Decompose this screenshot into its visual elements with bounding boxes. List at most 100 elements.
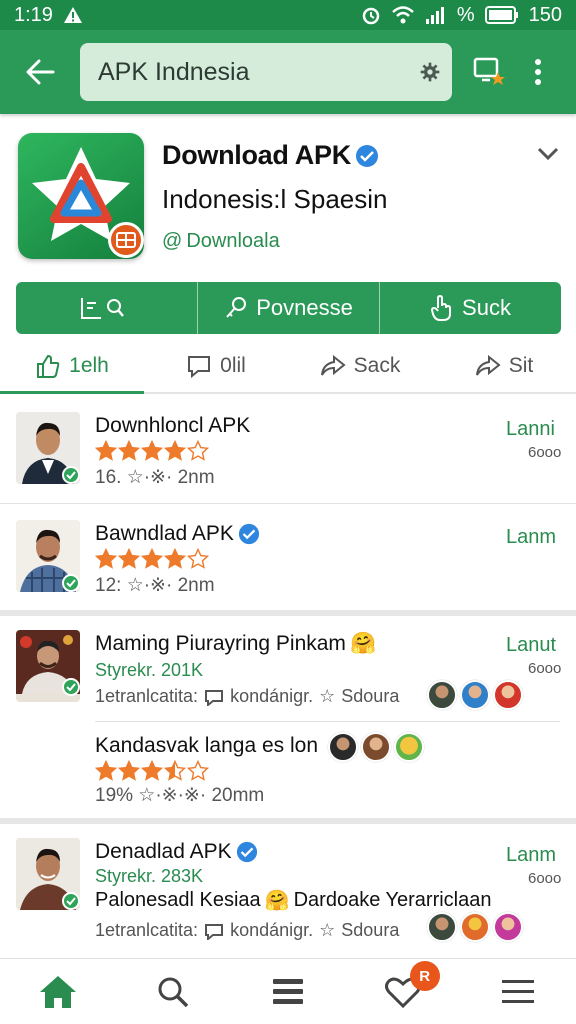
item-name: Denadlad APK [95,840,258,864]
gear-icon[interactable] [420,57,440,87]
item-meta-tail: Sdoura [341,920,400,940]
rating-stars [95,760,209,782]
povnesse-button[interactable]: Povnesse [198,282,380,334]
stats-search-button[interactable] [16,282,198,334]
tab-1elh[interactable]: 1elh [0,340,144,394]
at-icon: @ [162,230,183,252]
action-bar: Povnesse Suck [16,282,561,334]
avatar [16,838,80,910]
star-filled-icon [118,760,140,781]
search-icon [158,977,189,1007]
star-filled-icon [141,440,163,461]
tab-0lil[interactable]: 0lil [144,340,288,392]
item-right-label[interactable]: Lanut [506,634,556,657]
battery-icon [484,6,518,24]
tab-label-3: Sit [508,354,534,377]
item-meta: 1etranlcatita: kondánigr. ☆ Sdoura [95,920,399,941]
bottom-nav: R [0,958,576,1024]
mini-avatar [460,680,490,710]
nav-menu[interactable] [461,959,576,1024]
app-header: Download APK Indonesis:l Spaesin @ Downl… [0,118,576,278]
item-right-label[interactable]: Lanm [506,526,556,549]
participant-avatars [427,680,523,710]
nav-search[interactable] [115,959,230,1024]
search-input[interactable] [98,57,420,87]
mini-avatar [493,680,523,710]
emoji-icon: 🤗 [349,632,377,655]
verified-icon [236,841,257,863]
item-meta-tail: Sdoura [341,686,400,706]
notification-badge: R [409,961,440,991]
tab-label-0: 1elh [69,354,109,377]
alarm-icon [362,7,380,25]
item-right-count: 6ooo [528,870,562,887]
participant-avatars [427,912,523,942]
star-outline-icon: ☆ [319,920,336,940]
check-icon [62,678,80,696]
item-subline: Styrekr. 283K [95,866,204,886]
list-item[interactable]: Bawndlad APK 12: ☆·※· 2nm Lanm [0,510,576,610]
suck-button[interactable]: Suck [380,282,561,334]
list-item[interactable]: Maming Piurayring Pinkam 🤗 Styrekr. 201K… [0,616,576,724]
thumb-icon [37,354,60,378]
back-button[interactable] [0,30,80,114]
menu-icon [502,979,535,1003]
forward-icon [475,354,501,376]
tab-sit[interactable]: Sit [432,340,576,392]
avatar [16,412,80,484]
expand-button[interactable] [536,146,560,167]
item-line2-text: Palonesadl Kesiaa [95,889,261,911]
app-subtitle: Indonesis:l Spaesin [162,184,388,214]
item-right-label[interactable]: Lanm [506,844,556,867]
app-title-text: Download APK [162,140,351,170]
item-name-text: Denadlad APK [95,840,232,863]
item-right-count: 6ooo [528,444,562,461]
more-menu-button[interactable] [518,30,558,114]
list-item[interactable]: Downhloncl APK 16. ☆·※· 2nm Lanni 6ooo [0,402,576,506]
chat-icon [205,923,224,940]
mini-avatar [361,732,391,762]
chart-search-icon [80,298,124,319]
list-item[interactable]: Denadlad APK Styrekr. 283K Palonesadl Ke… [0,824,576,954]
app-developer[interactable]: @ Downloala [162,230,280,253]
tab-bar: 1elh 0lil Sack Sit [0,340,576,394]
avatar [16,520,80,592]
share-icon [320,354,346,376]
mini-avatar [427,680,457,710]
item-meta-text: 1etranlcatita: [95,920,199,940]
more-vert-icon [535,59,541,85]
search-bar[interactable] [80,43,452,101]
app-bar [0,30,576,114]
key-icon [226,297,247,318]
item-name: Bawndlad APK [95,522,260,546]
tab-sack[interactable]: Sack [288,340,432,392]
item-name: Maming Piurayring Pinkam 🤗 [95,632,376,656]
comment-icon [188,356,211,379]
app-badge-icon [108,222,144,258]
list-item[interactable]: Kandasvak langa es lon 19% ☆·※·※· 20mm [0,724,576,816]
arrow-left-icon [26,59,55,85]
divider [0,503,576,504]
star-filled-icon [164,548,186,569]
status-time: 1:19 [14,3,53,26]
tab-label-1: 0lil [220,354,246,377]
item-name-text: Maming Piurayring Pinkam [95,632,346,655]
signal-icon [425,7,444,24]
item-meta-word: kondánigr. [230,920,314,940]
item-right-label[interactable]: Lanni [506,418,555,441]
nav-favorites[interactable]: R [346,959,461,1024]
mini-avatar [493,912,523,942]
chat-icon [205,689,224,706]
cast-button[interactable] [460,30,518,114]
star-empty-icon [187,760,209,781]
item-meta: 16. ☆·※· 2nm [95,467,215,488]
avatar [16,630,80,702]
stack-icon [273,978,303,1004]
star-filled-icon [95,760,117,781]
nav-feed[interactable] [230,959,345,1024]
participant-avatars [328,732,424,762]
star-filled-icon [164,440,186,461]
emoji-icon: 🤗 [264,890,290,912]
percent-icon: % [456,3,475,26]
nav-home[interactable] [0,959,115,1024]
